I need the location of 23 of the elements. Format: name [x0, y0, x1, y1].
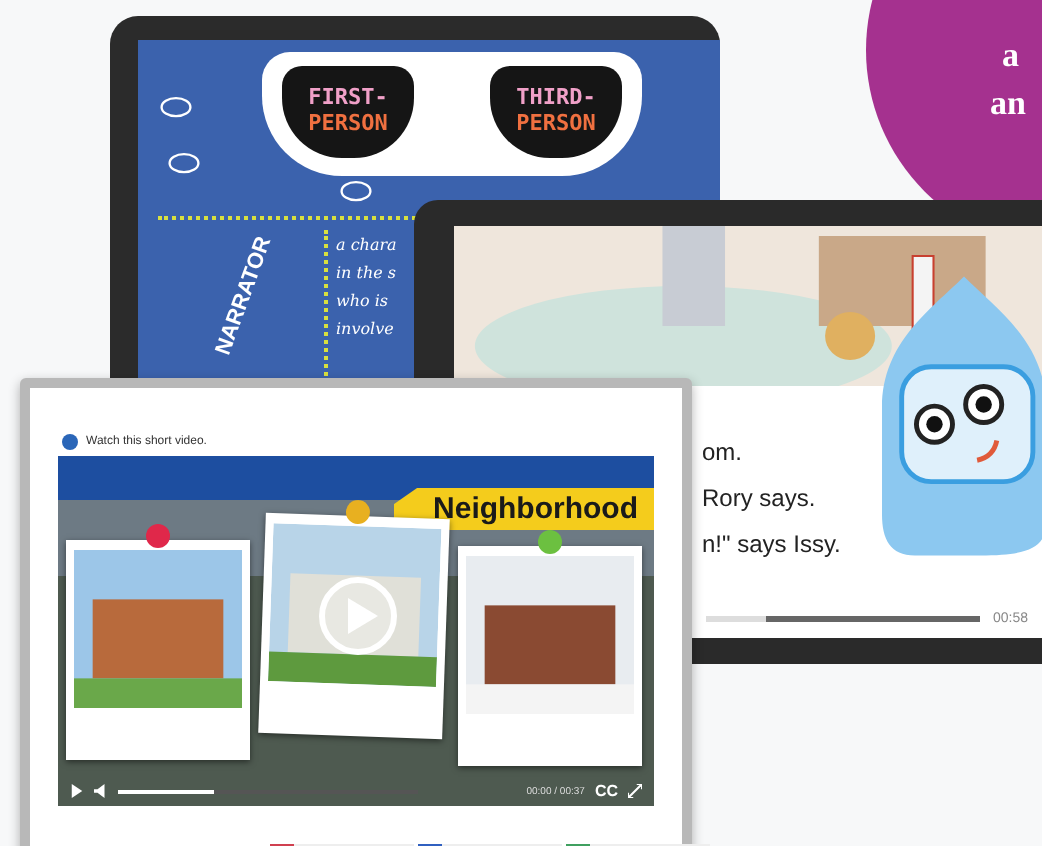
- lens-text: PERSON: [308, 112, 388, 138]
- lens-text: FIRST-: [308, 86, 388, 112]
- definition-text: who is: [336, 292, 391, 310]
- speech-bubble-icon: [338, 180, 374, 206]
- info-icon: [62, 434, 78, 450]
- fullscreen-icon[interactable]: [628, 784, 642, 798]
- story-text: Rory says.: [702, 484, 818, 512]
- lens-text: THIRD-: [516, 86, 596, 112]
- progress-track[interactable]: [706, 616, 981, 622]
- volume-icon[interactable]: [94, 784, 108, 798]
- captions-button[interactable]: CC: [594, 782, 618, 800]
- lens-text: PERSON: [516, 112, 596, 138]
- story-text: n!" says Issy.: [702, 530, 841, 558]
- play-icon[interactable]: [70, 784, 84, 798]
- badge-text: a: [1002, 36, 1019, 76]
- definition-text: in the s: [336, 264, 397, 282]
- badge-text: an: [990, 84, 1026, 124]
- title-banner: Neighborhood: [393, 488, 654, 530]
- definition-text: a chara: [336, 236, 397, 254]
- story-text: om.: [702, 438, 745, 466]
- definition-text: involve: [336, 320, 396, 338]
- speech-bubble-icon: [158, 96, 194, 122]
- speech-bubble-icon: [166, 152, 202, 178]
